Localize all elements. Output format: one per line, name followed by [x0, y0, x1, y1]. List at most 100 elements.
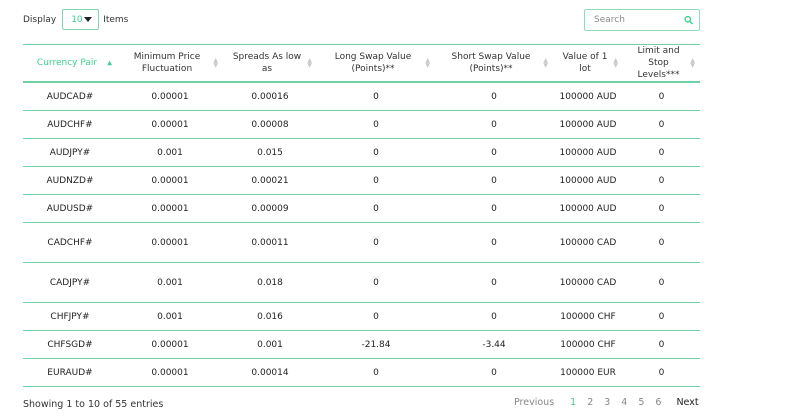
- cell-currency-pair: CADJPY#: [49, 277, 91, 288]
- table-row: AUDCHF# 0.00001 0.00008 0 0 100000 AUD 0: [23, 111, 700, 139]
- cell-limit-stop: 0: [658, 237, 665, 248]
- display-select[interactable]: 10: [62, 9, 100, 30]
- table-row: EURAUD# 0.00001 0.00014 0 0 100000 EUR 0: [23, 359, 700, 387]
- cell-short-swap: 0: [491, 237, 497, 248]
- column-header-min-price-fluctuation[interactable]: Minimum Price Fluctuation ▲ ▼: [117, 45, 223, 83]
- column-header-spreads[interactable]: Spreads As low as ▲ ▼: [223, 45, 317, 83]
- cell-min-fluctuation: 0.00001: [151, 367, 189, 378]
- cell-limit-stop: 0: [658, 91, 665, 102]
- cell-short-swap: 0: [491, 175, 497, 186]
- cell-currency-pair: AUDJPY#: [49, 147, 91, 158]
- cell-long-swap: 0: [373, 119, 379, 130]
- sort-icon: ▲ ▼: [213, 57, 218, 69]
- cell-currency-pair: AUDUSD#: [46, 203, 94, 214]
- cell-currency-pair: CHFJPY#: [50, 311, 90, 322]
- cell-min-fluctuation: 0.00001: [151, 339, 189, 350]
- page-button-5[interactable]: 5: [638, 397, 644, 408]
- cell-long-swap: 0: [373, 237, 379, 248]
- items-label: Items: [103, 14, 129, 25]
- table-row: CADJPY# 0.001 0.018 0 0 100000 CAD 0: [23, 263, 700, 303]
- cell-lot-value: 100000 AUD: [559, 203, 617, 214]
- column-header-lot-value[interactable]: Value of 1 lot ▲ ▼: [553, 45, 623, 83]
- cell-short-swap: 0: [491, 91, 497, 102]
- previous-page-button[interactable]: Previous: [514, 397, 554, 408]
- cell-spread: 0.018: [257, 277, 283, 288]
- cell-long-swap: 0: [373, 175, 379, 186]
- page-button-3[interactable]: 3: [604, 397, 610, 408]
- table-row: CADCHF# 0.00001 0.00011 0 0 100000 CAD 0: [23, 223, 700, 263]
- cell-currency-pair: AUDNZD#: [46, 175, 94, 186]
- cell-long-swap: -21.84: [361, 339, 391, 350]
- table-row: AUDCAD# 0.00001 0.00016 0 0 100000 AUD 0: [23, 82, 700, 111]
- cell-limit-stop: 0: [658, 147, 665, 158]
- chevron-down-icon: [84, 17, 93, 22]
- cell-min-fluctuation: 0.001: [157, 311, 183, 322]
- cell-currency-pair: CHFSGD#: [47, 339, 93, 350]
- search-box: [584, 9, 700, 31]
- instruments-table: Currency Pair ▲ Minimum Price Fluctuation…: [23, 44, 700, 387]
- cell-min-fluctuation: 0.00001: [151, 175, 189, 186]
- cell-limit-stop: 0: [658, 339, 665, 350]
- display-label: Display: [23, 14, 57, 25]
- sort-icon: ▲ ▼: [307, 57, 312, 69]
- cell-lot-value: 100000 CAD: [559, 277, 617, 288]
- next-page-button[interactable]: Next: [676, 397, 698, 408]
- cell-lot-value: 100000 EUR: [560, 367, 616, 378]
- cell-limit-stop: 0: [658, 175, 665, 186]
- page-button-6[interactable]: 6: [655, 397, 661, 408]
- cell-lot-value: 100000 AUD: [559, 119, 617, 130]
- sort-icon: ▲: [107, 59, 112, 67]
- table-row: CHFJPY# 0.001 0.016 0 0 100000 CHF 0: [23, 303, 700, 331]
- table-row: AUDJPY# 0.001 0.015 0 0 100000 AUD 0: [23, 139, 700, 167]
- table-row: CHFSGD# 0.00001 0.001 -21.84 -3.44 100000 CHF…: [23, 331, 700, 359]
- column-header-long-swap[interactable]: Long Swap Value (Points)** ▲ ▼: [317, 45, 435, 83]
- cell-short-swap: 0: [491, 147, 497, 158]
- cell-long-swap: 0: [373, 277, 379, 288]
- cell-spread: 0.00008: [251, 119, 289, 130]
- cell-min-fluctuation: 0.001: [157, 277, 183, 288]
- sort-icon: ▲ ▼: [613, 57, 618, 69]
- cell-spread: 0.016: [257, 311, 283, 322]
- cell-min-fluctuation: 0.001: [157, 147, 183, 158]
- cell-spread: 0.015: [257, 147, 283, 158]
- cell-currency-pair: AUDCHF#: [47, 119, 93, 130]
- column-header-currency-pair[interactable]: Currency Pair ▲: [23, 45, 117, 83]
- cell-spread: 0.00021: [251, 175, 289, 186]
- cell-long-swap: 0: [373, 311, 379, 322]
- cell-lot-value: 100000 CHF: [560, 311, 616, 322]
- cell-short-swap: 0: [491, 367, 497, 378]
- cell-short-swap: -3.44: [482, 339, 506, 350]
- cell-spread: 0.00009: [251, 203, 289, 214]
- page-button-2[interactable]: 2: [587, 397, 593, 408]
- search-input[interactable]: [594, 15, 684, 25]
- cell-spread: 0.001: [257, 339, 283, 350]
- display-value: 10: [71, 14, 83, 25]
- page-button-4[interactable]: 4: [621, 397, 627, 408]
- cell-short-swap: 0: [491, 311, 497, 322]
- cell-spread: 0.00014: [251, 367, 289, 378]
- cell-long-swap: 0: [373, 91, 379, 102]
- cell-min-fluctuation: 0.00001: [151, 237, 189, 248]
- entries-info: Showing 1 to 10 of 55 entries: [23, 399, 164, 410]
- column-header-limit-stop-levels[interactable]: Limit and Stop Levels*** ▲ ▼: [623, 45, 700, 83]
- cell-short-swap: 0: [491, 119, 497, 130]
- cell-lot-value: 100000 AUD: [559, 147, 617, 158]
- column-header-short-swap[interactable]: Short Swap Value (Points)** ▲ ▼: [435, 45, 553, 83]
- search-icon[interactable]: [684, 15, 693, 25]
- sort-icon: ▲ ▼: [425, 57, 430, 69]
- cell-long-swap: 0: [373, 203, 379, 214]
- display-control: Display 10 Items: [23, 9, 128, 30]
- cell-limit-stop: 0: [658, 367, 665, 378]
- cell-lot-value: 100000 CHF: [560, 339, 616, 350]
- cell-limit-stop: 0: [658, 119, 665, 130]
- cell-spread: 0.00011: [251, 237, 289, 248]
- cell-min-fluctuation: 0.00001: [151, 203, 189, 214]
- sort-icon: ▲ ▼: [690, 57, 695, 69]
- page-button-1[interactable]: 1: [570, 397, 576, 408]
- sort-icon: ▲ ▼: [543, 57, 548, 69]
- cell-currency-pair: CADCHF#: [47, 237, 93, 248]
- cell-currency-pair: EURAUD#: [47, 367, 93, 378]
- table-row: AUDUSD# 0.00001 0.00009 0 0 100000 AUD 0: [23, 195, 700, 223]
- cell-lot-value: 100000 AUD: [559, 175, 617, 186]
- cell-limit-stop: 0: [658, 311, 665, 322]
